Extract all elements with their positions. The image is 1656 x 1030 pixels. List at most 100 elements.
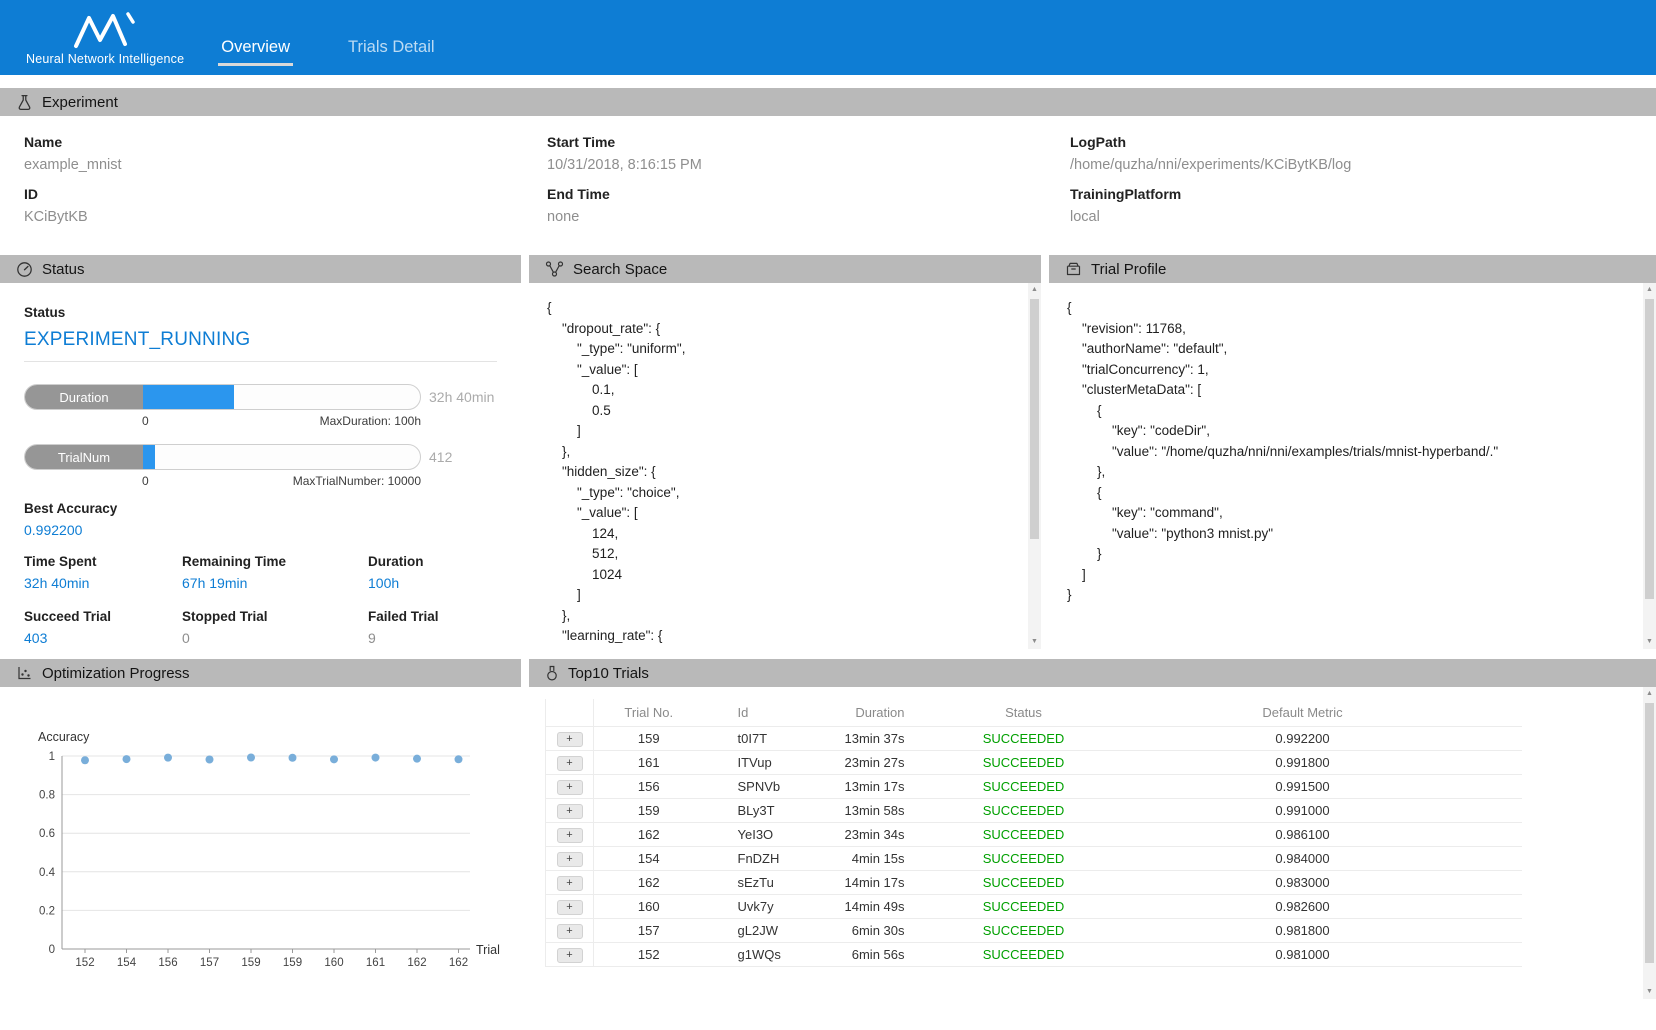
trialnum-progress-fill xyxy=(143,445,155,469)
status-cell: SUCCEEDED xyxy=(964,774,1084,798)
status-section-bar: Status xyxy=(0,255,521,283)
expand-cell: + xyxy=(546,726,594,750)
trial-id-cell: SPNVb xyxy=(704,774,834,798)
scroll-down-arrow[interactable]: ▼ xyxy=(1028,635,1041,649)
nav-tabs: Overview Trials Detail xyxy=(218,0,437,75)
tab-overview[interactable]: Overview xyxy=(218,38,293,66)
duration-progress-label: Duration xyxy=(25,385,143,409)
search-space-section-bar: Search Space xyxy=(529,255,1041,283)
tab-trials-detail[interactable]: Trials Detail xyxy=(345,38,438,66)
scroll-up-arrow[interactable]: ▲ xyxy=(1643,283,1656,297)
expand-cell: + xyxy=(546,846,594,870)
scatter-plot-icon xyxy=(16,665,33,681)
trial-no-cell: 162 xyxy=(594,870,704,894)
divider xyxy=(24,361,497,362)
expand-cell: + xyxy=(546,774,594,798)
metric-cell: 0.984000 xyxy=(1084,846,1522,870)
scrollbar-thumb[interactable] xyxy=(1030,299,1039,539)
trialnum-progress-label: TrialNum xyxy=(25,445,143,469)
best-accuracy-label: Best Accuracy xyxy=(24,501,497,516)
expand-row-button[interactable]: + xyxy=(557,732,583,747)
top10-table-body: + 159 t0I7T 13min 37s SUCCEEDED 0.992200… xyxy=(546,726,1522,966)
section-title-trial-profile: Trial Profile xyxy=(1091,261,1166,278)
scroll-down-arrow[interactable]: ▼ xyxy=(1643,635,1656,649)
metric-cell: 0.981800 xyxy=(1084,918,1522,942)
metric-cell: 0.983000 xyxy=(1084,870,1522,894)
best-accuracy: Best Accuracy 0.992200 xyxy=(24,501,497,538)
table-row: + 159 BLy3T 13min 58s SUCCEEDED 0.991000 xyxy=(546,798,1522,822)
svg-text:159: 159 xyxy=(283,957,302,969)
trial-id-cell: gL2JW xyxy=(704,918,834,942)
training-platform-label: TrainingPlatform xyxy=(1070,186,1593,202)
metric-cell: 0.991000 xyxy=(1084,798,1522,822)
expand-row-button[interactable]: + xyxy=(557,900,583,915)
expand-cell: + xyxy=(546,798,594,822)
status-cell: SUCCEEDED xyxy=(964,798,1084,822)
scroll-up-arrow[interactable]: ▲ xyxy=(1028,283,1041,297)
duration-cell: 13min 58s xyxy=(834,798,964,822)
status-cell: SUCCEEDED xyxy=(964,870,1084,894)
scroll-down-arrow[interactable]: ▼ xyxy=(1643,985,1656,999)
search-space-scrollbar[interactable]: ▲ ▼ xyxy=(1028,283,1041,649)
svg-text:152: 152 xyxy=(75,957,94,969)
status-cell: SUCCEEDED xyxy=(964,726,1084,750)
branch-icon xyxy=(545,261,564,277)
svg-text:154: 154 xyxy=(117,957,137,969)
failed-trial-value: 9 xyxy=(368,630,497,646)
expand-row-button[interactable]: + xyxy=(557,780,583,795)
scrollbar-thumb[interactable] xyxy=(1645,703,1654,963)
name-label: Name xyxy=(24,134,547,150)
duration-progress-value: 32h 40min xyxy=(429,389,497,405)
trialnum-progress: TrialNum 412 0 MaxTrialNumber: 10000 xyxy=(24,444,497,488)
table-row: + 156 SPNVb 13min 17s SUCCEEDED 0.991500 xyxy=(546,774,1522,798)
top10-scrollbar[interactable]: ▲ ▼ xyxy=(1643,687,1656,999)
logpath-label: LogPath xyxy=(1070,134,1593,150)
svg-text:0.6: 0.6 xyxy=(39,828,55,840)
expand-row-button[interactable]: + xyxy=(557,756,583,771)
svg-text:161: 161 xyxy=(366,957,385,969)
trial-id-cell: ITVup xyxy=(704,750,834,774)
trial-id-cell: YeI3O xyxy=(704,822,834,846)
duration-progress-bar: Duration xyxy=(24,384,421,410)
section-title-experiment: Experiment xyxy=(42,94,118,111)
expand-cell: + xyxy=(546,822,594,846)
top10-table: Trial No. Id Duration Status Default Met… xyxy=(545,699,1522,967)
scrollbar-thumb[interactable] xyxy=(1645,299,1654,599)
table-row: + 159 t0I7T 13min 37s SUCCEEDED 0.992200 xyxy=(546,726,1522,750)
expand-row-button[interactable]: + xyxy=(557,876,583,891)
metric-cell: 0.991500 xyxy=(1084,774,1522,798)
metric-cell: 0.986100 xyxy=(1084,822,1522,846)
end-time-label: End Time xyxy=(547,186,1070,202)
expand-row-button[interactable]: + xyxy=(557,948,583,963)
expand-cell: + xyxy=(546,870,594,894)
trial-id-cell: g1WQs xyxy=(704,942,834,966)
trial-no-cell: 152 xyxy=(594,942,704,966)
svg-text:1: 1 xyxy=(49,751,55,763)
duration-cell: 13min 17s xyxy=(834,774,964,798)
trial-no-cell: 162 xyxy=(594,822,704,846)
expand-row-button[interactable]: + xyxy=(557,852,583,867)
trial-no-cell: 159 xyxy=(594,726,704,750)
status-cell: SUCCEEDED xyxy=(964,822,1084,846)
duration-progress: Duration 32h 40min 0 MaxDuration: 100h xyxy=(24,384,497,428)
id-label: ID xyxy=(24,186,547,202)
start-time-label: Start Time xyxy=(547,134,1070,150)
svg-text:0.2: 0.2 xyxy=(39,905,55,917)
table-row: + 162 YeI3O 23min 34s SUCCEEDED 0.986100 xyxy=(546,822,1522,846)
expand-row-button[interactable]: + xyxy=(557,828,583,843)
svg-text:162: 162 xyxy=(449,957,468,969)
start-time-value: 10/31/2018, 8:16:15 PM xyxy=(547,157,1070,173)
best-accuracy-value: 0.992200 xyxy=(24,522,497,538)
stopped-trial-label: Stopped Trial xyxy=(182,609,368,624)
expand-row-button[interactable]: + xyxy=(557,804,583,819)
table-row: + 162 sEzTu 14min 17s SUCCEEDED 0.983000 xyxy=(546,870,1522,894)
scroll-up-arrow[interactable]: ▲ xyxy=(1643,687,1656,701)
expand-row-button[interactable]: + xyxy=(557,924,583,939)
svg-text:159: 159 xyxy=(241,957,260,969)
trial-profile-scrollbar[interactable]: ▲ ▼ xyxy=(1643,283,1656,649)
trial-no-column-header: Trial No. xyxy=(594,699,704,726)
search-space-panel: Search Space { "dropout_rate": { "_type"… xyxy=(529,255,1041,649)
status-stats-grid: Time Spent 32h 40min Remaining Time 67h … xyxy=(24,554,497,646)
metric-cell: 0.991800 xyxy=(1084,750,1522,774)
duration-cell: 6min 56s xyxy=(834,942,964,966)
